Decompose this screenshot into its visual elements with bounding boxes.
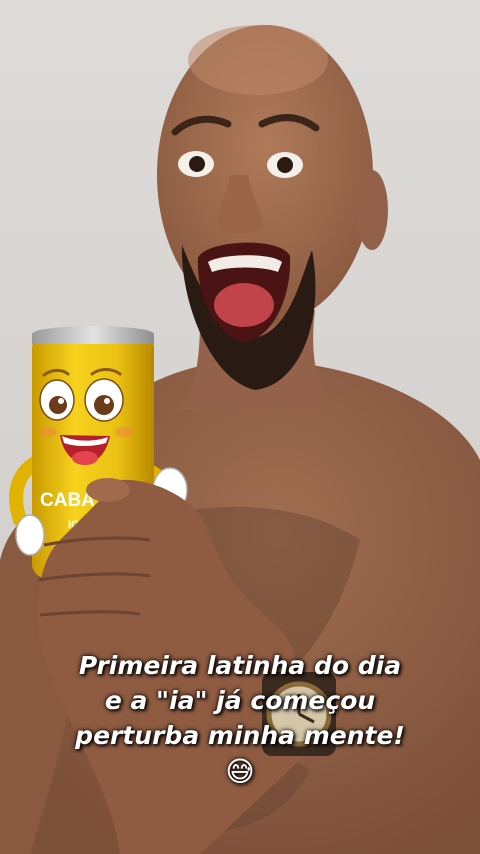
caption-line-3: perturba minha mente! [75, 721, 405, 750]
sweat-smile-emoji-icon: 😅 [225, 755, 255, 788]
caption-overlay: Primeira latinha do dia e a "ia" já come… [20, 648, 460, 791]
caption-line-2: e a "ia" já começou [104, 686, 376, 715]
man-head [157, 25, 388, 390]
caption-line-1: Primeira latinha do dia [78, 651, 402, 680]
video-frame: CABA ICE Primeira latinha do dia e a "ia… [0, 0, 480, 854]
